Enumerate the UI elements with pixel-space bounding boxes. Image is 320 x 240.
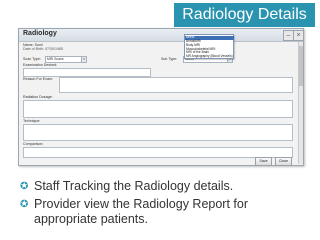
close-icon[interactable]: × <box>293 30 304 41</box>
slide-title-bar: Radiology Details <box>174 3 315 27</box>
radiation-label: Radiation Dosage: <box>23 95 53 99</box>
comparison-label: Comparison: <box>23 142 44 146</box>
bullet-icon: ✪ <box>20 199 29 210</box>
scan-type-select[interactable]: MRI Scans ▾ <box>45 56 87 63</box>
radiology-window: Radiology – × Name: Sunil Date of Birth:… <box>18 28 304 166</box>
bullet-text: Provider view the Radiology Report for a… <box>34 197 248 226</box>
scan-type-value: MRI Scans <box>47 57 64 61</box>
chevron-down-icon: ▾ <box>81 57 86 62</box>
close-button[interactable]: Close <box>275 157 292 166</box>
sub-type-dropdown-list[interactable]: select BreastMRI Body MRI Musculoskeleta… <box>184 34 234 59</box>
reason-label: Reason For Exam: <box>23 77 53 81</box>
bullet-text: Staff Tracking the Radiology details. <box>34 179 234 193</box>
scroll-thumb[interactable] <box>299 46 303 86</box>
comparison-textarea[interactable] <box>23 147 293 158</box>
patient-dob: Date of Birth: 07/30/1985 <box>23 47 63 51</box>
exam-desired-textarea[interactable] <box>23 68 151 77</box>
technique-textarea[interactable] <box>23 124 293 141</box>
dropdown-option[interactable]: MR Angiography (Blood Vessels) <box>186 54 233 59</box>
exam-desired-label: Examination Desired: <box>23 63 58 67</box>
window-header: Radiology – × <box>19 29 304 42</box>
slide-title: Radiology Details <box>182 6 307 23</box>
sub-type-label: Sub Type: <box>161 57 178 61</box>
bullet-icon: ✪ <box>20 181 29 192</box>
radiation-textarea[interactable] <box>23 100 293 118</box>
scrollbar[interactable] <box>298 42 303 164</box>
save-button[interactable]: Save <box>255 157 272 166</box>
reason-textarea[interactable] <box>59 77 293 93</box>
window-title: Radiology <box>23 30 57 37</box>
technique-label: Technique: <box>23 119 41 123</box>
scan-type-label: Scan Type: <box>23 57 41 61</box>
